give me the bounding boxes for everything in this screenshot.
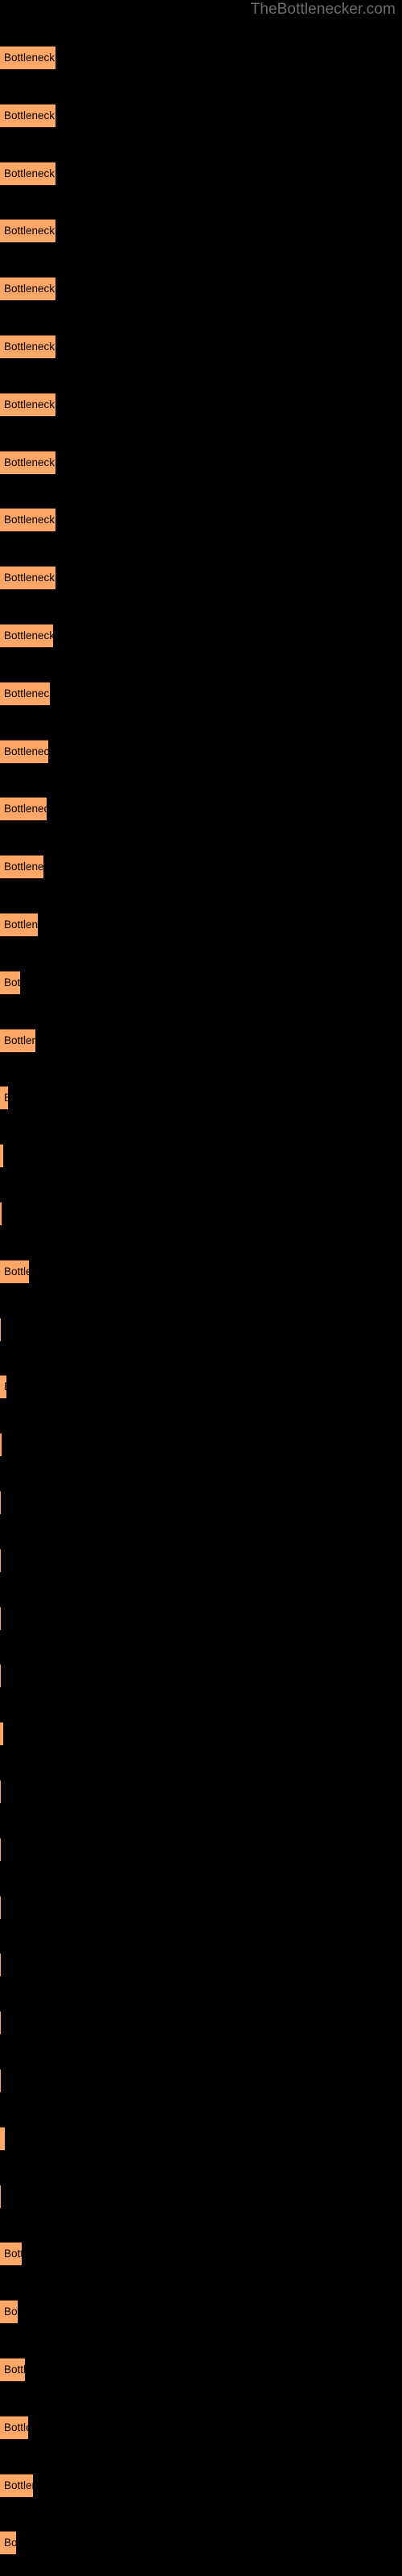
bar-row[interactable]: Bottleneck result	[0, 1433, 2, 1457]
bar-rect[interactable]	[0, 335, 55, 358]
bar-row[interactable]: Bottleneck result	[0, 1895, 1, 1919]
bar-rect[interactable]	[0, 392, 55, 416]
bar-row[interactable]: Bottleneck result	[0, 797, 47, 821]
bar-row[interactable]: Bottleneck result	[0, 2415, 28, 2439]
bar-row[interactable]: Bottleneck result	[0, 1606, 1, 1630]
site-watermark: TheBottlenecker.com	[250, 1, 396, 18]
bar-rect[interactable]	[0, 970, 20, 994]
bar-row[interactable]: Bottleneck result	[0, 2300, 18, 2324]
bar-rect[interactable]	[0, 1722, 3, 1746]
bar-row[interactable]: Bottleneck result	[0, 739, 48, 763]
bar-rect[interactable]	[0, 1086, 8, 1110]
bar-rect[interactable]	[0, 1895, 1, 1919]
plot-area: Bottleneck result Bottleneck result Bottle…	[0, 0, 402, 2576]
bar-row[interactable]: Bottleneck result	[0, 913, 38, 936]
bar-row[interactable]: Bottleneck result	[0, 2473, 33, 2497]
bar-rect[interactable]	[0, 1433, 2, 1457]
bar-row[interactable]: Bottleneck result	[0, 1375, 6, 1399]
bar-rect[interactable]	[0, 1837, 1, 1861]
bar-rect[interactable]	[0, 1491, 1, 1514]
bar-rect[interactable]	[0, 2184, 1, 2208]
bar-row[interactable]: Bottleneck result	[0, 2011, 1, 2035]
bar-rect[interactable]	[0, 1548, 1, 1572]
bar-rect[interactable]	[0, 913, 38, 936]
bar-row[interactable]: Bottleneck result	[0, 1780, 1, 1803]
bar-rect[interactable]	[0, 2415, 28, 2439]
bar-row[interactable]: Bottleneck result	[0, 1028, 35, 1052]
bar-rect[interactable]	[0, 277, 55, 301]
bar-rect[interactable]	[0, 739, 48, 763]
bar-row[interactable]: Bottleneck result	[0, 1202, 2, 1225]
bar-rect[interactable]	[0, 2242, 22, 2266]
bar-rect[interactable]	[0, 2069, 1, 2092]
bar-row[interactable]: Bottleneck result	[0, 1548, 1, 1572]
bar-row[interactable]: Bottleneck result	[0, 508, 55, 532]
bar-row[interactable]: Bottleneck result	[0, 624, 53, 647]
bar-row[interactable]: Bottleneck result	[0, 566, 55, 590]
bar-rect[interactable]	[0, 1375, 6, 1399]
bar-row[interactable]: Bottleneck result	[0, 1317, 1, 1341]
bar-row[interactable]: Bottleneck result	[0, 1086, 8, 1110]
bar-rect[interactable]	[0, 450, 55, 474]
bar-rect[interactable]	[0, 46, 55, 69]
bar-row[interactable]: Bottleneck result	[0, 1491, 1, 1514]
bar-row[interactable]: Bottleneck result	[0, 2126, 5, 2150]
bar-row[interactable]: Bottleneck result	[0, 392, 55, 416]
bar-row[interactable]: Bottleneck result	[0, 277, 55, 301]
bar-row[interactable]: Bottleneck result	[0, 1953, 1, 1977]
bar-row[interactable]: Bottleneck result	[0, 2069, 1, 2092]
bar-rect[interactable]	[0, 2300, 18, 2324]
bar-rect[interactable]	[0, 566, 55, 590]
bar-row[interactable]: Bottleneck result	[0, 681, 50, 705]
bar-rect[interactable]	[0, 855, 43, 879]
bar-row[interactable]: Bottleneck result	[0, 970, 20, 994]
bar-rect[interactable]	[0, 1664, 1, 1688]
bar-row[interactable]: Bottleneck result	[0, 1837, 1, 1861]
bar-row[interactable]: Bottleneck result	[0, 219, 55, 243]
bottleneck-bar-chart: Bottleneck result Bottleneck result Bottle…	[0, 0, 402, 2576]
bar-rect[interactable]	[0, 1953, 1, 1977]
bar-row[interactable]: Bottleneck result	[0, 855, 43, 879]
bar-rect[interactable]	[0, 1202, 2, 1225]
bar-row[interactable]: Bottleneck result	[0, 1664, 1, 1688]
bar-row[interactable]: Bottleneck result	[0, 335, 55, 358]
bar-row[interactable]: Bottleneck result	[0, 161, 55, 185]
bar-row[interactable]: Bottleneck result	[0, 46, 55, 69]
bar-rect[interactable]	[0, 1028, 35, 1052]
bar-rect[interactable]	[0, 2358, 25, 2381]
bar-row[interactable]: Bottleneck result	[0, 1144, 3, 1168]
bar-rect[interactable]	[0, 797, 47, 821]
bar-rect[interactable]	[0, 624, 53, 647]
bar-rect[interactable]	[0, 1780, 1, 1803]
bar-row[interactable]: Bottleneck result	[0, 2531, 16, 2555]
bar-row[interactable]: Bottleneck result	[0, 2242, 22, 2266]
bar-rect[interactable]	[0, 2011, 1, 2035]
bar-rect[interactable]	[0, 2531, 16, 2555]
bar-rect[interactable]	[0, 1606, 1, 1630]
bar-rect[interactable]	[0, 1259, 29, 1283]
bar-rect[interactable]	[0, 103, 55, 127]
bar-rect[interactable]	[0, 1317, 1, 1341]
bar-rect[interactable]	[0, 1144, 3, 1168]
bar-row[interactable]: Bottleneck result	[0, 1259, 29, 1283]
bar-rect[interactable]	[0, 2473, 33, 2497]
bar-row[interactable]: Bottleneck result	[0, 450, 55, 474]
bar-row[interactable]: Bottleneck result	[0, 2358, 25, 2381]
bar-rect[interactable]	[0, 161, 55, 185]
bar-row[interactable]: Bottleneck result	[0, 2184, 1, 2208]
bar-row[interactable]: Bottleneck result	[0, 103, 55, 127]
bar-rect[interactable]	[0, 219, 55, 243]
bar-rect[interactable]	[0, 508, 55, 532]
bar-rect[interactable]	[0, 2126, 5, 2150]
bar-rect[interactable]	[0, 681, 50, 705]
bar-row[interactable]: Bottleneck result	[0, 1722, 3, 1746]
